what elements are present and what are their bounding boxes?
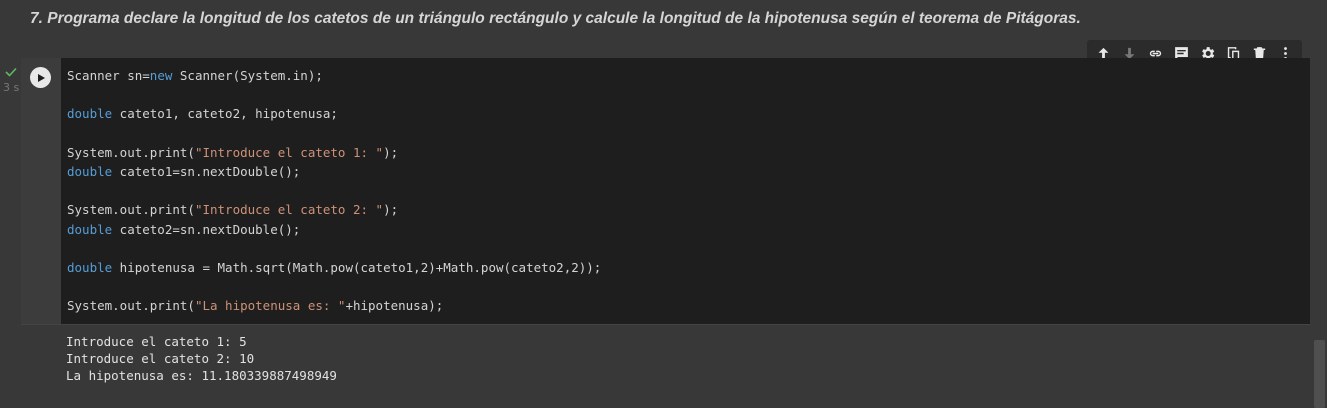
code-line: System.out.print("Introduce el cateto 1:… bbox=[67, 143, 601, 162]
code-keyword: new bbox=[149, 68, 173, 83]
code-text: hipotenusa = Math.sqrt(Math.pow(cateto1,… bbox=[112, 260, 602, 276]
output-line: La hipotenusa es: 11.180339887498949 bbox=[66, 368, 337, 383]
run-cell-button[interactable] bbox=[30, 67, 51, 88]
output-line: Introduce el cateto 1: 5 bbox=[66, 334, 247, 349]
code-text: Scanner sn= bbox=[67, 68, 150, 83]
code-text: cateto2=sn.nextDouble(); bbox=[112, 221, 301, 237]
code-text: ); bbox=[383, 202, 399, 218]
code-string: "Introduce el cateto 2: " bbox=[194, 202, 384, 218]
code-line: Scanner sn=new Scanner(System.in); bbox=[67, 66, 601, 85]
code-line: double cateto2=sn.nextDouble(); bbox=[67, 220, 601, 239]
code-text: cateto1=sn.nextDouble(); bbox=[112, 164, 301, 180]
code-keyword: double bbox=[67, 221, 113, 237]
code-line: double cateto1=sn.nextDouble(); bbox=[67, 162, 601, 181]
play-icon bbox=[37, 73, 45, 82]
code-string: "Introduce el cateto 1: " bbox=[194, 144, 384, 160]
code-keyword: double bbox=[67, 164, 113, 180]
code-text: cateto1, cateto2, hipotenusa; bbox=[112, 106, 338, 122]
markdown-title: 7. Programa declare la longitud de los c… bbox=[30, 10, 1081, 27]
execution-time: 3 s bbox=[3, 81, 20, 94]
code-editor[interactable]: Scanner sn=new Scanner(System.in); doubl… bbox=[67, 66, 601, 316]
code-line: System.out.print("La hipotenusa es: "+hi… bbox=[67, 296, 601, 315]
code-cell[interactable]: Scanner sn=new Scanner(System.in); doubl… bbox=[21, 58, 1310, 324]
code-text: +hipotenusa); bbox=[345, 298, 444, 314]
code-line: System.out.print("Introduce el cateto 2:… bbox=[67, 200, 601, 219]
code-string: "La hipotenusa es: " bbox=[194, 298, 346, 314]
check-icon bbox=[5, 67, 17, 77]
output-text: Introduce el cateto 1: 5 Introduce el cat… bbox=[66, 333, 337, 384]
code-text: System.out.print( bbox=[67, 298, 195, 314]
code-text: System.out.print( bbox=[67, 144, 195, 160]
cell-output: Introduce el cateto 1: 5 Introduce el cat… bbox=[21, 324, 1310, 395]
code-line: double cateto1, cateto2, hipotenusa; bbox=[67, 104, 601, 123]
code-text: System.out.print( bbox=[67, 202, 195, 218]
code-keyword: double bbox=[67, 260, 113, 276]
code-line: double hipotenusa = Math.sqrt(Math.pow(c… bbox=[67, 258, 601, 277]
code-text: Scanner(System.in); bbox=[172, 68, 323, 83]
code-keyword: double bbox=[67, 106, 113, 122]
cell-gutter bbox=[21, 58, 61, 324]
scrollbar[interactable] bbox=[1314, 340, 1325, 408]
output-line: Introduce el cateto 2: 10 bbox=[66, 351, 255, 366]
code-text: ); bbox=[383, 144, 399, 160]
